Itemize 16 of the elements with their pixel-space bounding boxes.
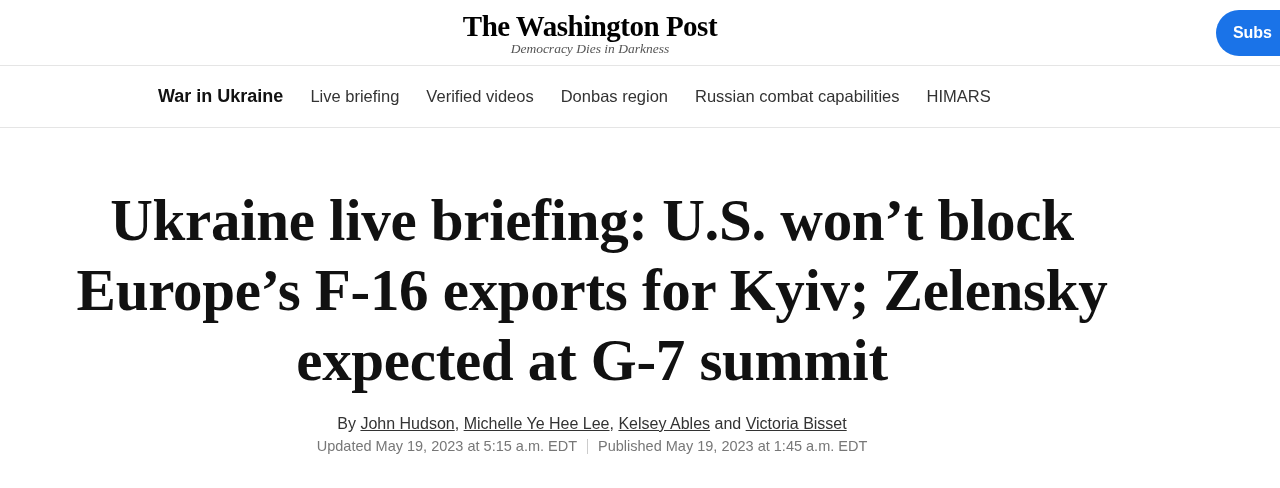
author-link[interactable]: Michelle Ye Hee Lee — [463, 415, 610, 432]
section-title: War in Ukraine — [158, 86, 284, 107]
author-link[interactable]: Kelsey Ables — [618, 415, 711, 432]
nav-link[interactable]: Live briefing — [310, 87, 400, 106]
author-link[interactable]: John Hudson — [360, 415, 455, 432]
byline: By John Hudson, Michelle Ye Hee Lee, Kelsey Ables and Victoria Bisset — [337, 415, 847, 433]
logo[interactable]: The Washington Post — [462, 10, 718, 41]
headline: Ukraine live briefing: U.S. won’t block Europe’s F-16 exports for Kyiv; Zelensky expected at G-7 summit — [75, 186, 1109, 395]
subscribe-button[interactable]: Subs — [1215, 9, 1280, 56]
published-time: Published May 19, 2023 at 1:45 a.m. EDT — [598, 438, 868, 454]
nav-link[interactable]: Verified videos — [426, 87, 534, 106]
nav-link[interactable]: Donbas region — [560, 87, 668, 106]
nav-link[interactable]: Russian combat capabilities — [695, 87, 900, 106]
updated-time: Updated May 19, 2023 at 5:15 a.m. EDT — [316, 438, 578, 454]
author-link[interactable]: Victoria Bisset — [745, 415, 847, 432]
nav-link[interactable]: HIMARS — [926, 87, 991, 106]
